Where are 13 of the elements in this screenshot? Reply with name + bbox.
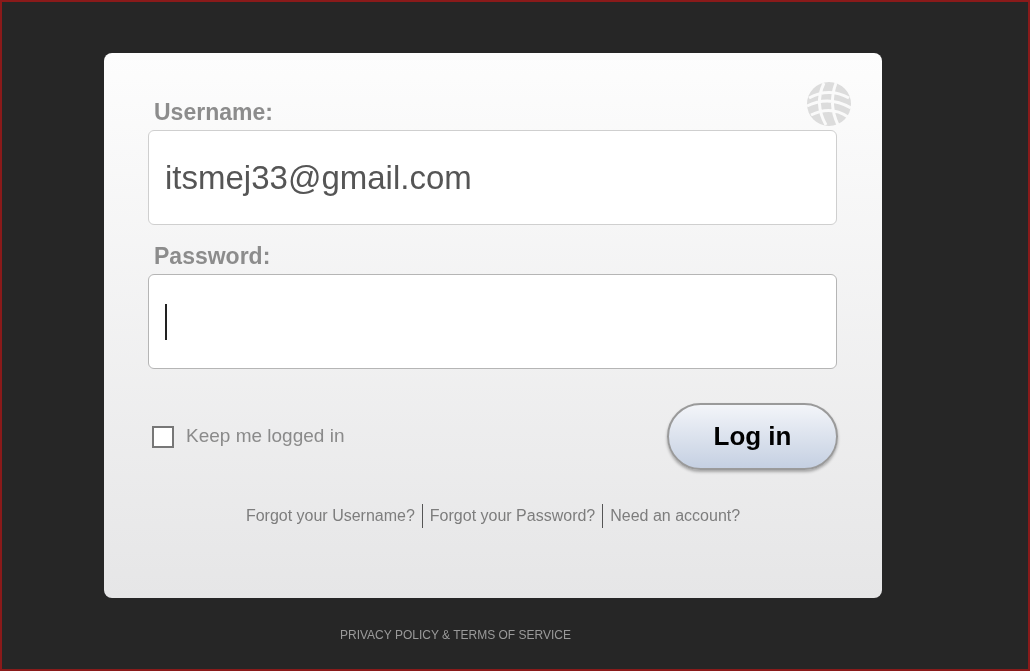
field-label: Password: [154,242,272,271]
login-button[interactable]: Log in [667,403,838,470]
link[interactable]: Forgot your Password? [429,504,596,528]
input-field[interactable] [148,274,837,369]
footer-link[interactable]: PRIVACY POLICY & TERMS OF SERVICE [340,626,571,644]
field-label: Username: [154,98,274,127]
link[interactable]: Need an account? [610,504,741,528]
link[interactable]: Forgot your Username? [245,504,415,528]
checkbox[interactable] [152,425,174,448]
text-cursor [165,303,167,340]
globe-icon [806,81,852,127]
input-field[interactable]: itsmej33@gmail.com [148,130,837,225]
checkbox-label: Keep me logged in [186,424,345,449]
